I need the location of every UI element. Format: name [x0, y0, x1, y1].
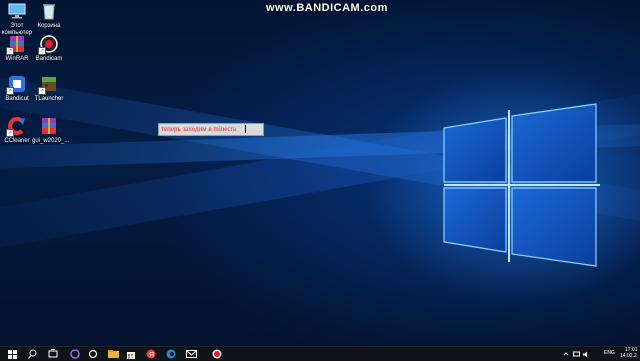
winrar-icon: ↗: [6, 34, 27, 55]
shortcut-arrow-icon: ↗: [6, 87, 14, 95]
tray-arrow-icon[interactable]: [562, 348, 570, 360]
archive-icon: [39, 116, 59, 136]
file-explorer-icon[interactable]: [106, 348, 120, 360]
text-caret: [245, 125, 246, 133]
annotation-text: теперь заходим в minecra: [161, 125, 236, 133]
desktop-icon-winrar[interactable]: ↗ WinRAR: [0, 34, 34, 63]
desktop-icon-label: gui_w2020_...: [32, 138, 70, 144]
volume-icon[interactable]: [582, 348, 590, 360]
bandicam-icon: ↗: [38, 34, 59, 55]
shortcut-arrow-icon: ↗: [38, 47, 46, 55]
yandex-browser-icon[interactable]: Я: [144, 348, 158, 360]
desktop-icon-gui-archive[interactable]: gui_w2020_...: [32, 116, 70, 145]
desktop-icon-label: TLauncher: [34, 96, 64, 102]
desktop-icon-label: Bandicut: [5, 96, 29, 102]
search-icon[interactable]: [26, 348, 40, 360]
desktop-icon-label: Корзина: [37, 23, 61, 29]
edge-icon[interactable]: [164, 348, 178, 360]
desktop-icon-this-pc[interactable]: Этот компьютер: [0, 1, 34, 37]
shortcut-arrow-icon: ↗: [6, 129, 14, 137]
windows-logo-wallpaper: [443, 103, 600, 267]
desktop[interactable]: www.BANDICAM.com Этот компьютер Корзина …: [0, 0, 640, 346]
clock-date[interactable]: 14.02.2: [620, 354, 637, 359]
bandicut-icon: ↗: [6, 74, 27, 95]
bandicam-record-icon[interactable]: [210, 348, 224, 360]
taskbar: Я ENG 17:01 14.02.2: [0, 346, 640, 361]
recycle-bin-icon: [39, 1, 59, 21]
desktop-icon-tlauncher[interactable]: ↗ TLauncher: [32, 74, 66, 103]
mail-icon[interactable]: [184, 348, 198, 360]
tlauncher-icon: ↗: [38, 74, 59, 95]
windows-start-icon[interactable]: [5, 348, 19, 360]
desktop-icon-bandicut[interactable]: ↗ Bandicut: [0, 74, 34, 103]
desktop-icon-label: WinRAR: [5, 56, 29, 62]
desktop-icon-recycle-bin[interactable]: Корзина: [32, 1, 66, 30]
bandicam-watermark: www.BANDICAM.com: [266, 2, 388, 14]
desktop-icon-ccleaner[interactable]: ↗ CCleaner: [0, 116, 34, 145]
ccleaner-icon: ↗: [6, 116, 27, 137]
desktop-icon-label: Bandicam: [35, 56, 63, 62]
language-indicator[interactable]: ENG: [604, 351, 615, 356]
cortana-icon[interactable]: [86, 348, 100, 360]
store-icon[interactable]: [124, 348, 138, 360]
desktop-icon-bandicam[interactable]: ↗ Bandicam: [32, 34, 66, 63]
shortcut-arrow-icon: ↗: [6, 47, 14, 55]
desktop-icon-label: CCleaner: [4, 138, 30, 144]
monitor-icon: [7, 1, 27, 21]
svg-text:Я: Я: [149, 352, 154, 359]
task-view-icon[interactable]: [46, 348, 60, 360]
alice-voice-icon[interactable]: [68, 348, 82, 360]
network-icon[interactable]: [572, 348, 580, 360]
shortcut-arrow-icon: ↗: [38, 87, 46, 95]
annotation-textbox[interactable]: теперь заходим в minecra: [158, 123, 264, 136]
